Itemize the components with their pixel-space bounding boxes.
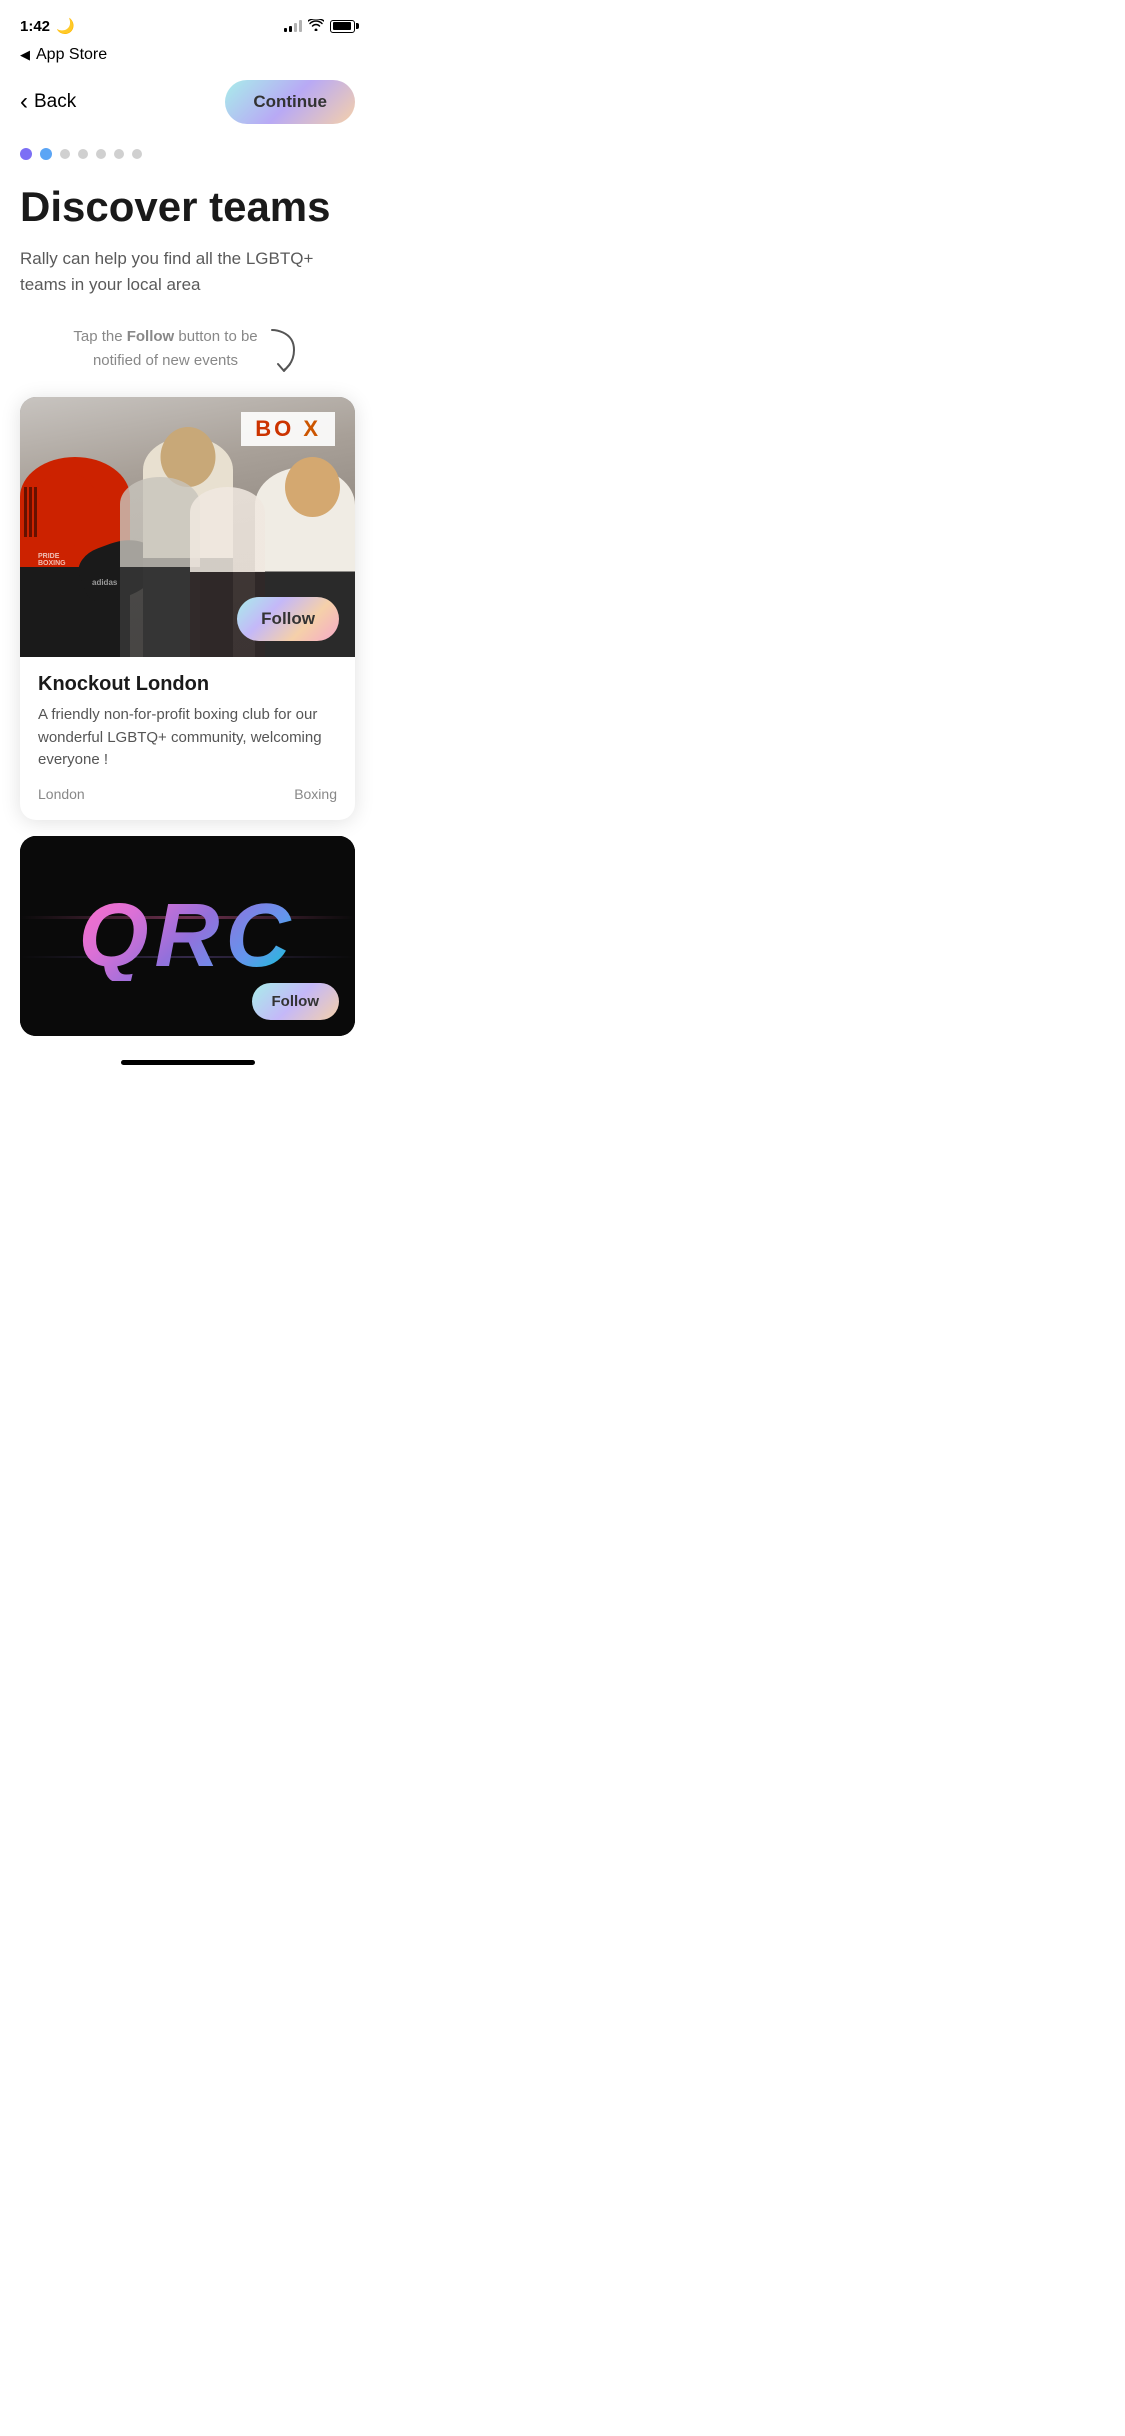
back-label: Back (34, 91, 76, 113)
progress-dot-7 (132, 149, 142, 159)
home-indicator (0, 1052, 375, 1077)
curved-arrow-icon (266, 326, 302, 372)
appstore-back-icon: ◀ (20, 47, 30, 63)
moon-icon: 🌙 (56, 17, 75, 35)
nav-row: ‹ Back Continue (0, 72, 375, 140)
progress-dot-4 (78, 149, 88, 159)
progress-dot-6 (114, 149, 124, 159)
progress-dot-5 (96, 149, 106, 159)
back-button[interactable]: ‹ Back (20, 88, 76, 116)
tap-prefix: Tap the (73, 328, 126, 345)
status-time: 1:42 🌙 (20, 17, 75, 35)
progress-dot-1 (20, 148, 32, 160)
card-description-1: A friendly non-for-profit boxing club fo… (38, 704, 337, 772)
card-image: BO X PRIDEB (20, 397, 355, 657)
continue-button[interactable]: Continue (225, 80, 355, 124)
continue-label: Continue (253, 92, 327, 111)
back-icon: ‹ (20, 88, 28, 116)
signal-icon (284, 20, 302, 32)
home-bar (121, 1060, 255, 1065)
card-image-2: QRC Follow (20, 836, 355, 1036)
progress-dot-2 (40, 148, 52, 160)
appstore-back-label: App Store (36, 46, 107, 64)
card-location-1: London (38, 786, 85, 802)
tap-instruction: Tap the Follow button to benotified of n… (20, 325, 355, 373)
app-store-nav[interactable]: ◀ App Store (0, 44, 375, 72)
battery-icon (330, 20, 355, 33)
wifi-icon (308, 19, 324, 34)
page-title: Discover teams (20, 184, 355, 230)
status-icons (284, 19, 355, 34)
team-card-2: QRC Follow (20, 836, 355, 1036)
main-content: Discover teams Rally can help you find a… (0, 184, 375, 1036)
card-title-1: Knockout London (38, 673, 337, 696)
card-body-1: Knockout London A friendly non-for-profi… (20, 657, 355, 820)
card-meta-1: London Boxing (38, 786, 337, 802)
follow-button-1[interactable]: Follow (237, 597, 339, 641)
status-bar: 1:42 🌙 (0, 0, 375, 44)
card-sport-1: Boxing (294, 786, 337, 802)
tap-instruction-text: Tap the Follow button to benotified of n… (73, 325, 257, 373)
tap-bold: Follow (127, 328, 175, 345)
follow-label-2: Follow (272, 993, 320, 1010)
page-subtitle: Rally can help you find all the LGBTQ+ t… (20, 246, 355, 297)
follow-button-2[interactable]: Follow (252, 983, 340, 1020)
progress-dots (0, 140, 375, 184)
time-label: 1:42 (20, 18, 50, 35)
follow-label-1: Follow (261, 609, 315, 628)
team-card-1: BO X PRIDEB (20, 397, 355, 820)
progress-dot-3 (60, 149, 70, 159)
